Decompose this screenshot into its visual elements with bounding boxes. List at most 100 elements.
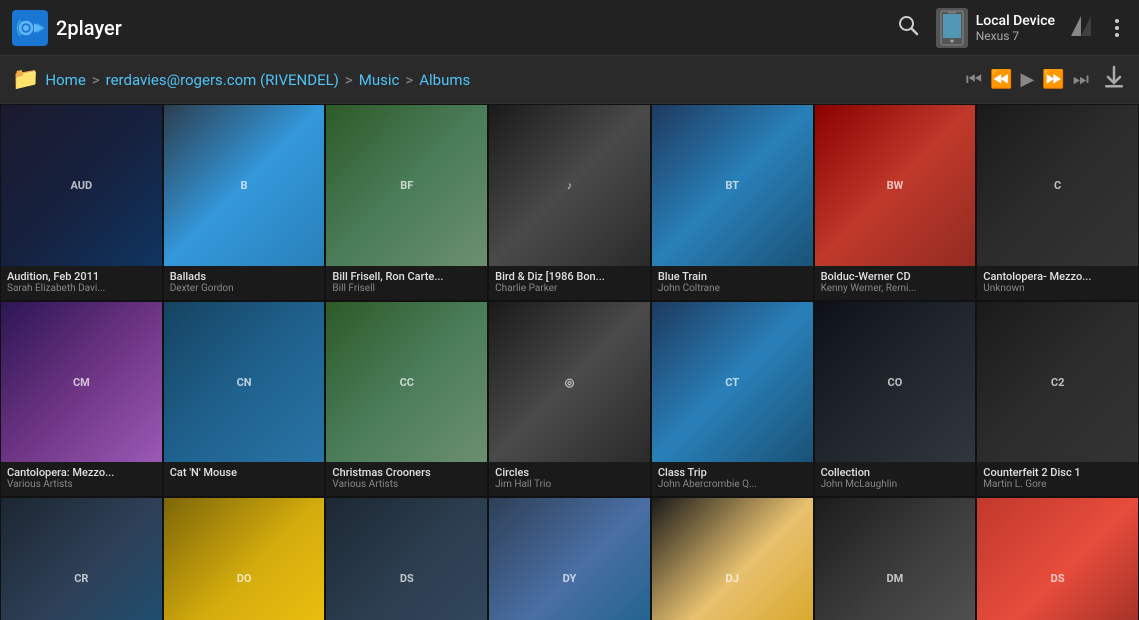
skip-previous-button[interactable]: ⏮: [966, 69, 982, 90]
album-item[interactable]: CC Christmas Crooners Various Artists: [325, 301, 488, 498]
album-info: Cat 'N' Mouse: [164, 462, 325, 485]
album-cover: DO: [164, 498, 325, 620]
album-cover: C: [977, 105, 1138, 266]
album-cover-text: CN: [233, 372, 256, 393]
album-cover: CC: [326, 302, 487, 463]
album-item[interactable]: DY Dig Your Own Hole The Chemical Brothe…: [488, 497, 651, 620]
album-artist: John Coltrane: [658, 283, 807, 294]
album-artist: Various Artists: [7, 479, 156, 490]
breadcrumb-sep-3: >: [405, 71, 413, 89]
album-cover: BF: [326, 105, 487, 266]
app-logo-area: 2player: [12, 10, 896, 46]
fast-forward-button[interactable]: ⏩: [1042, 69, 1064, 90]
album-cover: AUD: [1, 105, 162, 266]
album-cover: CT: [652, 302, 813, 463]
album-title: Circles: [495, 466, 644, 479]
album-cover-text: DJ: [722, 568, 743, 589]
album-item[interactable]: ◎ Circles Jim Hall Trio: [488, 301, 651, 498]
album-cover-text: DS: [396, 568, 418, 589]
album-cover: CM: [1, 302, 162, 463]
album-cover-text: BT: [721, 175, 743, 196]
album-item[interactable]: BT Blue Train John Coltrane: [651, 104, 814, 301]
album-info: Collection John McLaughlin: [815, 462, 976, 496]
album-cover-text: DY: [559, 568, 581, 589]
album-cover-text: AUD: [67, 175, 97, 196]
album-item[interactable]: B Ballads Dexter Gordon: [163, 104, 326, 301]
album-item[interactable]: CO Collection John McLaughlin: [814, 301, 977, 498]
album-cover: ◎: [489, 302, 650, 463]
album-info: Circles Jim Hall Trio: [489, 462, 650, 496]
skip-next-button[interactable]: ⏭: [1073, 69, 1089, 90]
rewind-button[interactable]: ⏪: [990, 69, 1012, 90]
album-info: Counterfeit 2 Disc 1 Martin L. Gore: [977, 462, 1138, 496]
device-model: Nexus 7: [976, 29, 1055, 43]
album-grid-container: AUD Audition, Feb 2011 Sarah Elizabeth D…: [0, 104, 1139, 620]
album-item[interactable]: BF Bill Frisell, Ron Carte... Bill Frise…: [325, 104, 488, 301]
breadcrumb-home[interactable]: Home: [45, 71, 85, 89]
album-cover-text: C2: [1047, 372, 1069, 393]
album-cover-text: CO: [884, 372, 907, 393]
breadcrumb-music[interactable]: Music: [359, 71, 400, 89]
album-cover-text: BW: [883, 175, 908, 196]
album-item[interactable]: C Cantolopera- Mezzo... Unknown: [976, 104, 1139, 301]
breadcrumb-account[interactable]: rerdavies@rogers.com (RIVENDEL): [106, 71, 339, 89]
album-item[interactable]: DJ Dinner Jazz With ECM Various Artists: [651, 497, 814, 620]
album-title: Bolduc-Werner CD: [821, 270, 970, 283]
app-icon: [12, 10, 48, 46]
album-item[interactable]: AUD Audition, Feb 2011 Sarah Elizabeth D…: [0, 104, 163, 301]
album-info: Audition, Feb 2011 Sarah Elizabeth Davi.…: [1, 266, 162, 300]
album-artist: Bill Frisell: [332, 283, 481, 294]
album-title: Cantolopera- Mezzo...: [983, 270, 1132, 283]
album-cover: DJ: [652, 498, 813, 620]
device-icon: [936, 8, 968, 48]
album-item[interactable]: CM Cantolopera: Mezzo... Various Artists: [0, 301, 163, 498]
album-cover: DS: [326, 498, 487, 620]
album-item[interactable]: BW Bolduc-Werner CD Kenny Werner, Remi..…: [814, 104, 977, 301]
album-item[interactable]: C2 Counterfeit 2 Disc 1 Martin L. Gore: [976, 301, 1139, 498]
album-item[interactable]: CN Cat 'N' Mouse: [163, 301, 326, 498]
overflow-menu-button[interactable]: [1107, 15, 1127, 41]
album-info: Bolduc-Werner CD Kenny Werner, Remi...: [815, 266, 976, 300]
breadcrumb-sep-2: >: [345, 71, 353, 89]
album-cover: DY: [489, 498, 650, 620]
play-button[interactable]: ▶: [1021, 69, 1035, 90]
album-item[interactable]: ♪ Bird & Diz [1986 Bon... Charlie Parker: [488, 104, 651, 301]
album-item[interactable]: CR Crash Dave Matthews Band: [0, 497, 163, 620]
album-cover: C2: [977, 302, 1138, 463]
breadcrumb-albums[interactable]: Albums: [419, 71, 470, 89]
breadcrumb-bar: 📁 Home > rerdavies@rogers.com (RIVENDEL)…: [0, 56, 1139, 104]
album-artist: Charlie Parker: [495, 283, 644, 294]
album-info: Ballads Dexter Gordon: [164, 266, 325, 300]
album-info: Cantolopera- Mezzo... Unknown: [977, 266, 1138, 300]
album-artist: Martin L. Gore: [983, 479, 1132, 490]
breadcrumb-actions: ⏮ ⏪ ▶ ⏩ ⏭: [966, 64, 1127, 96]
album-artist: Dexter Gordon: [170, 283, 319, 294]
album-item[interactable]: DS Don't Smoke In Bed: [976, 497, 1139, 620]
album-item[interactable]: DO Days of Open Hand Suzanne Vega: [163, 497, 326, 620]
signal-icon: [1071, 16, 1091, 40]
album-cover: B: [164, 105, 325, 266]
album-cover-text: CT: [721, 372, 743, 393]
album-cover: DM: [815, 498, 976, 620]
album-cover-text: B: [237, 175, 252, 196]
album-title: Collection: [821, 466, 970, 479]
album-artist: Kenny Werner, Remi...: [821, 283, 970, 294]
album-info: Bill Frisell, Ron Carte... Bill Frisell: [326, 266, 487, 300]
album-item[interactable]: DS Deep Song Kurt Rosenwinkel: [325, 497, 488, 620]
album-cover: BW: [815, 105, 976, 266]
download-button[interactable]: [1101, 64, 1127, 96]
search-button[interactable]: [896, 13, 920, 43]
album-cover: CR: [1, 498, 162, 620]
album-cover: BT: [652, 105, 813, 266]
album-cover-text: DS: [1047, 568, 1069, 589]
album-cover-text: ◎: [561, 372, 579, 393]
album-item[interactable]: CT Class Trip John Abercrombie Q...: [651, 301, 814, 498]
album-title: Blue Train: [658, 270, 807, 283]
album-info: Class Trip John Abercrombie Q...: [652, 462, 813, 496]
album-cover-text: ♪: [563, 175, 577, 196]
album-item[interactable]: DM Directions in Music:... Herbie Hancoc…: [814, 497, 977, 620]
album-cover-text: C: [1050, 175, 1065, 196]
album-info: Christmas Crooners Various Artists: [326, 462, 487, 496]
device-area[interactable]: Local Device Nexus 7: [936, 8, 1055, 48]
album-cover-text: CM: [69, 372, 94, 393]
